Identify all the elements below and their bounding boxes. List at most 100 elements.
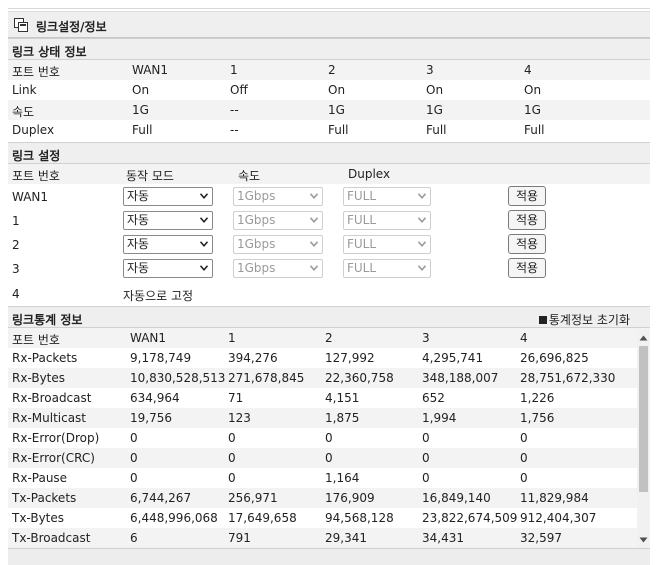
- column-header: 포트 번호: [12, 65, 60, 79]
- cell-value: 22,360,758: [325, 371, 394, 385]
- apply-button[interactable]: 적용: [508, 258, 546, 278]
- cell-value: 0: [228, 431, 236, 445]
- cell-value: 0: [422, 451, 430, 465]
- cell-value: 10,830,528,513: [130, 371, 226, 385]
- cell-value: 6,448,996,068: [130, 511, 218, 525]
- stats-row: Rx-Error(Drop) 0 0 0 0 0: [8, 428, 650, 448]
- cell-value: 1,994: [422, 411, 457, 425]
- duplex-select[interactable]: FULL: [343, 259, 431, 278]
- port-label: 1: [12, 214, 20, 228]
- status-row-duplex: Duplex Full -- Full Full Full: [8, 120, 650, 140]
- speed-select-value: 1Gbps: [237, 189, 276, 203]
- cell-value: 1G: [524, 103, 541, 117]
- apply-button[interactable]: 적용: [508, 234, 546, 254]
- column-header: 1: [230, 63, 238, 77]
- row-label: Rx-Error(Drop): [12, 431, 100, 445]
- cell-value: 256,971: [228, 491, 278, 505]
- cell-value: 0: [130, 471, 138, 485]
- apply-button[interactable]: 적용: [508, 186, 546, 206]
- row-label: Tx-Bytes: [12, 511, 65, 525]
- speed-select[interactable]: 1Gbps: [233, 187, 323, 206]
- cell-value: 71: [228, 391, 244, 405]
- cell-value: 28,751,672,330: [520, 371, 616, 385]
- stats-row: Tx-Packets 6,744,267 256,971 176,909 16,…: [8, 488, 650, 508]
- chevron-down-icon: [200, 217, 208, 223]
- column-header: 속도: [238, 169, 261, 183]
- cell-value: 348,188,007: [422, 371, 499, 385]
- scroll-down-icon[interactable]: [639, 536, 648, 544]
- reset-stats-link[interactable]: 통계정보 초기화: [538, 311, 630, 328]
- chevron-down-icon: [200, 193, 208, 199]
- chevron-down-icon: [200, 265, 208, 271]
- config-row-3: 3 자동 1Gbps FULL 적용: [8, 257, 650, 281]
- cell-value: 0: [422, 431, 430, 445]
- config-row-4: 4 자동으로 고정: [8, 282, 650, 306]
- cell-value: 176,909: [325, 491, 375, 505]
- cell-value: 0: [325, 431, 333, 445]
- apply-button[interactable]: 적용: [508, 210, 546, 230]
- cell-value: 1,226: [520, 391, 555, 405]
- cell-value: 0: [130, 451, 138, 465]
- row-label: Rx-Packets: [12, 351, 78, 365]
- column-header: 2: [328, 63, 336, 77]
- cell-value: Full: [524, 123, 545, 137]
- cell-value: 791: [228, 531, 251, 545]
- column-header: 3: [422, 331, 430, 345]
- cell-value: 271,678,845: [228, 371, 305, 385]
- stats-row: Rx-Pause 0 0 1,164 0 0: [8, 468, 650, 488]
- cell-value: 0: [228, 451, 236, 465]
- column-header: 1: [228, 331, 236, 345]
- mode-select-value: 자동: [127, 213, 150, 227]
- cell-value: 23,822,674,509: [422, 511, 518, 525]
- cell-value: On: [328, 83, 346, 97]
- cell-value: 6,744,267: [130, 491, 192, 505]
- cell-value: 0: [325, 451, 333, 465]
- speed-select[interactable]: 1Gbps: [233, 211, 323, 230]
- cell-value: 1,875: [325, 411, 360, 425]
- chevron-down-icon: [310, 217, 318, 223]
- config-section-header: 링크 설정: [8, 142, 650, 164]
- row-label: Link: [12, 83, 37, 97]
- cell-value: Off: [230, 83, 248, 97]
- row-label: Tx-Packets: [12, 491, 77, 505]
- window-icon: [14, 18, 28, 32]
- speed-select[interactable]: 1Gbps: [233, 235, 323, 254]
- column-header: WAN1: [132, 63, 169, 77]
- duplex-select-value: FULL: [347, 213, 377, 227]
- scroll-up-icon[interactable]: [639, 334, 648, 342]
- status-row-link: Link On Off On On On: [8, 80, 650, 100]
- cell-value: 1,756: [520, 411, 555, 425]
- cell-value: 123: [228, 411, 251, 425]
- stats-heading: 링크통계 정보: [12, 313, 83, 327]
- duplex-select[interactable]: FULL: [343, 187, 431, 206]
- cell-value: On: [132, 83, 150, 97]
- mode-select[interactable]: 자동: [123, 187, 213, 206]
- cell-value: 0: [520, 471, 528, 485]
- cell-value: Full: [132, 123, 153, 137]
- mode-select-value: 자동: [127, 237, 150, 251]
- config-row-1: 1 자동 1Gbps FULL 적용: [8, 209, 650, 233]
- column-header: 2: [325, 331, 333, 345]
- chevron-down-icon: [310, 265, 318, 271]
- cell-value: On: [426, 83, 444, 97]
- column-header: 3: [426, 63, 434, 77]
- mode-select[interactable]: 자동: [123, 235, 213, 254]
- speed-select[interactable]: 1Gbps: [233, 259, 323, 278]
- chevron-down-icon: [310, 241, 318, 247]
- stats-header-row: 포트 번호 WAN1 1 2 3 4: [8, 328, 650, 348]
- mode-select[interactable]: 자동: [123, 259, 213, 278]
- cell-value: 0: [520, 431, 528, 445]
- mode-select[interactable]: 자동: [123, 211, 213, 230]
- duplex-select[interactable]: FULL: [343, 235, 431, 254]
- duplex-select[interactable]: FULL: [343, 211, 431, 230]
- scrollbar-thumb[interactable]: [639, 346, 648, 492]
- stats-row: Rx-Packets 9,178,749 394,276 127,992 4,2…: [8, 348, 650, 368]
- cell-value: 26,696,825: [520, 351, 589, 365]
- row-label: Duplex: [12, 123, 55, 137]
- column-header: 동작 모드: [126, 169, 174, 183]
- stats-scrollbar[interactable]: [637, 330, 650, 548]
- chevron-down-icon: [200, 241, 208, 247]
- chevron-down-icon: [310, 193, 318, 199]
- cell-value: On: [524, 83, 542, 97]
- cell-value: 4,151: [325, 391, 360, 405]
